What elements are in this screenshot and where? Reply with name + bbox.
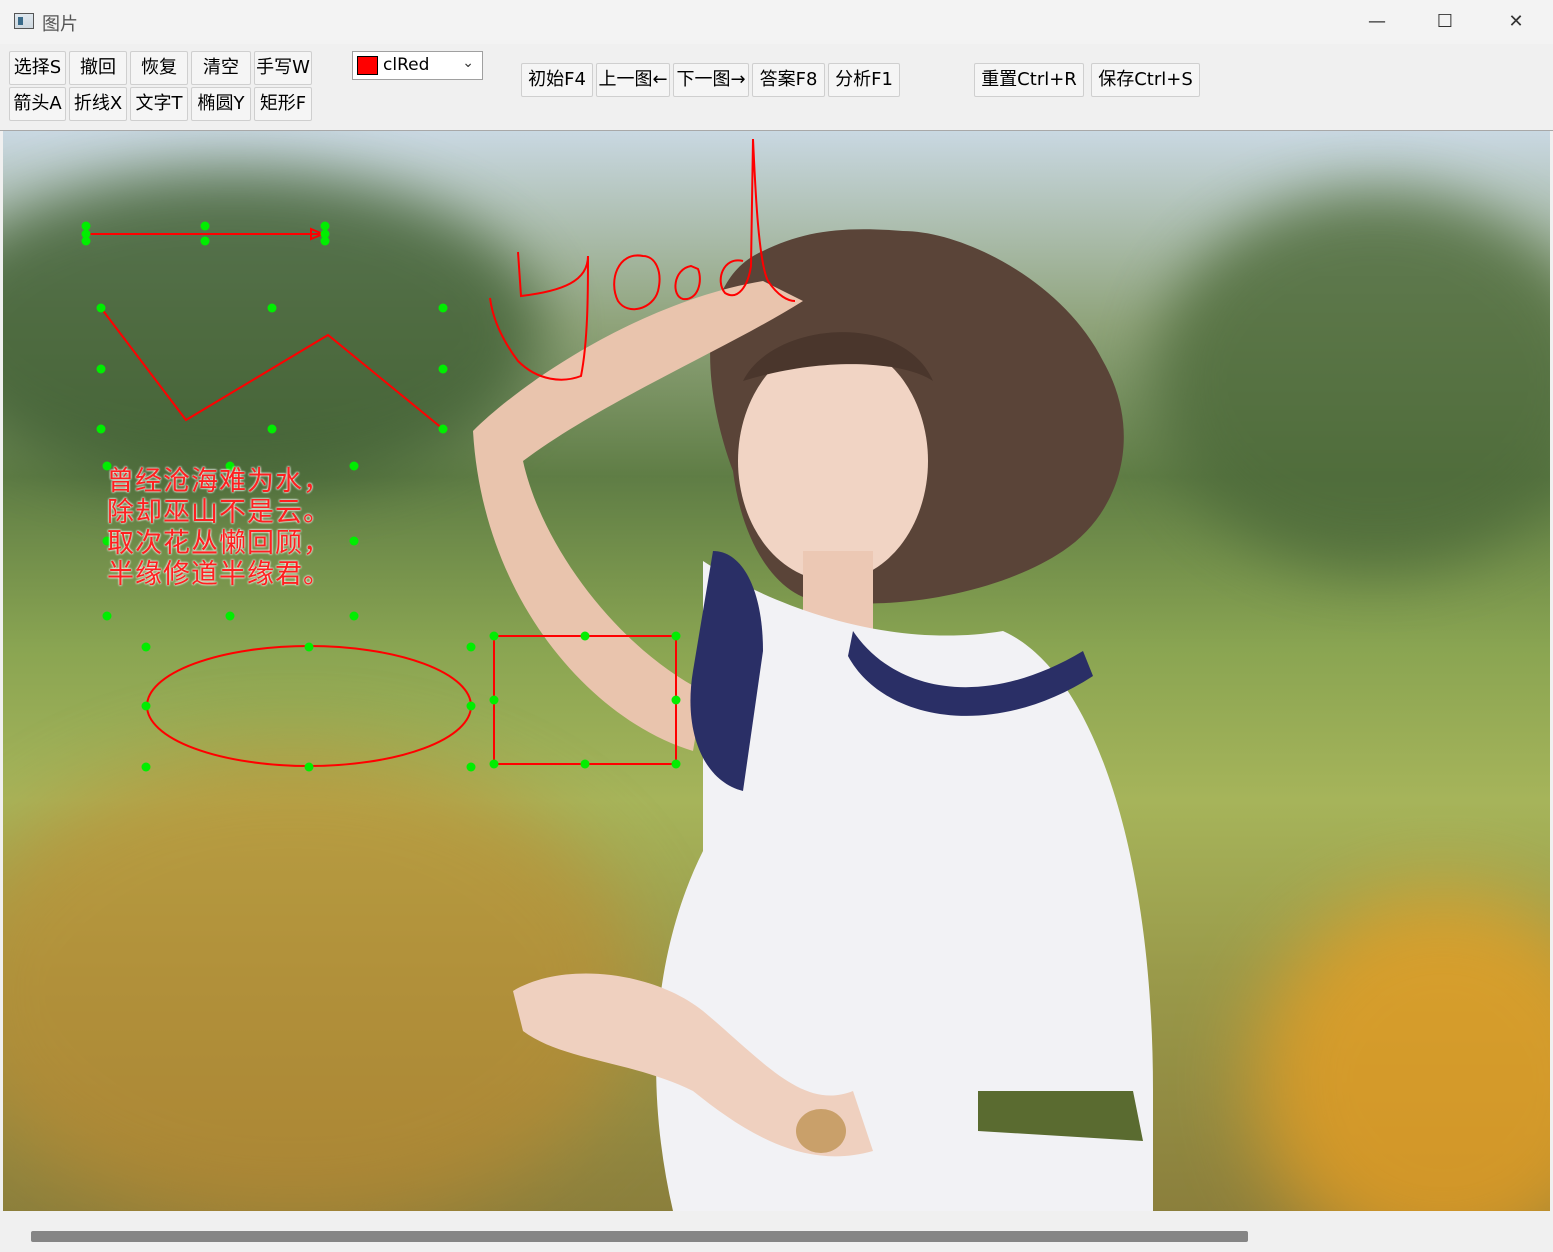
answer-button[interactable]: 答案F8 — [752, 63, 825, 97]
color-select[interactable]: clRed ⌄ — [352, 51, 483, 80]
handwriting-o1[interactable] — [613, 254, 661, 311]
redo-button[interactable]: 恢复 — [130, 51, 188, 85]
poem-line: 除却巫山不是云。 — [107, 497, 331, 528]
text-tool-button[interactable]: 文字T — [130, 87, 188, 121]
toolbar: 选择S 撤回 恢复 清空 手写W 箭头A 折线X 文字T 椭圆Y 矩形F clR… — [0, 44, 1553, 131]
ellipse-annotation[interactable] — [146, 645, 472, 767]
reset-button[interactable]: 重置Ctrl+R — [974, 63, 1084, 97]
poem-line: 曾经沧海难为水， — [107, 466, 331, 497]
next-image-button[interactable]: 下一图→ — [673, 63, 749, 97]
polyline-tool-button[interactable]: 折线X — [69, 87, 127, 121]
annotation-layer — [81, 138, 796, 772]
image-canvas[interactable]: 曾经沧海难为水， 除却巫山不是云。 取次花丛懒回顾， 半缘修道半缘君。 — [3, 131, 1550, 1211]
horizontal-scrollbar[interactable] — [3, 1212, 1550, 1252]
scrollbar-thumb[interactable] — [31, 1231, 1248, 1242]
clear-button[interactable]: 清空 — [191, 51, 251, 85]
maximize-button[interactable]: ☐ — [1422, 6, 1468, 38]
undo-button[interactable]: 撤回 — [69, 51, 127, 85]
rectangle-annotation[interactable] — [493, 635, 677, 765]
title-bar: 图片 — ☐ ✕ — [0, 0, 1553, 45]
poem-line: 半缘修道半缘君。 — [107, 559, 331, 590]
prev-image-button[interactable]: 上一图← — [596, 63, 670, 97]
chevron-down-icon: ⌄ — [462, 55, 474, 71]
polyline-annotation[interactable] — [100, 307, 444, 430]
save-button[interactable]: 保存Ctrl+S — [1091, 63, 1200, 97]
handwriting-g[interactable] — [489, 251, 589, 381]
rectangle-tool-button[interactable]: 矩形F — [254, 87, 312, 121]
handwriting-o2[interactable] — [674, 264, 701, 301]
handwrite-tool-button[interactable]: 手写W — [254, 51, 312, 85]
window-title: 图片 — [42, 14, 78, 35]
minimize-button[interactable]: — — [1354, 6, 1400, 38]
select-tool-button[interactable]: 选择S — [9, 51, 66, 85]
ellipse-tool-button[interactable]: 椭圆Y — [191, 87, 251, 121]
poem-line: 取次花丛懒回顾， — [107, 528, 331, 559]
arrow-tool-button[interactable]: 箭头A — [9, 87, 66, 121]
initial-button[interactable]: 初始F4 — [521, 63, 593, 97]
app-icon — [14, 13, 34, 29]
handwriting-d[interactable] — [719, 138, 796, 302]
color-select-value: clRed — [383, 55, 430, 75]
analyze-button[interactable]: 分析F1 — [828, 63, 900, 97]
close-button[interactable]: ✕ — [1493, 6, 1539, 38]
text-annotation[interactable]: 曾经沧海难为水， 除却巫山不是云。 取次花丛懒回顾， 半缘修道半缘君。 — [107, 466, 331, 590]
color-swatch — [357, 56, 378, 75]
